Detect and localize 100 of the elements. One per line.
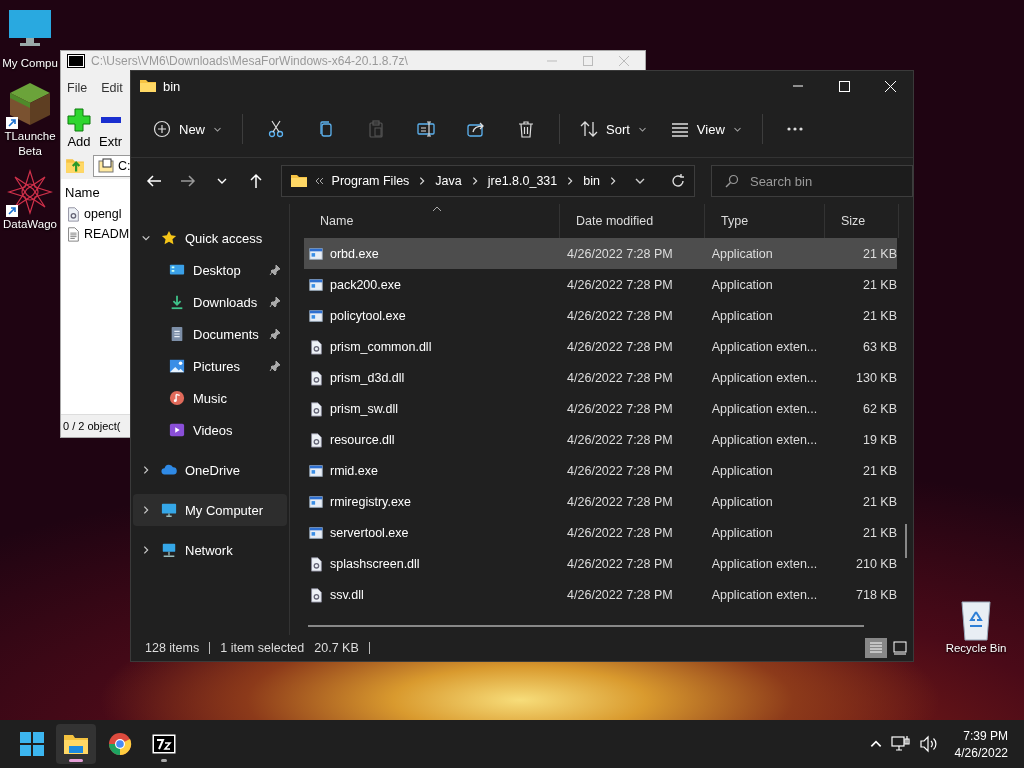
- extract-button[interactable]: Extr: [99, 108, 123, 149]
- network-icon[interactable]: [890, 735, 911, 753]
- clock-time[interactable]: 7:39 PM: [963, 728, 1008, 743]
- add-button[interactable]: Add: [67, 108, 91, 149]
- details-view-icon: [869, 641, 883, 655]
- type-cell: Application exten...: [711, 370, 818, 385]
- file-row[interactable]: splashscreen.dll 4/26/2022 7:28 PM Application exten... 210 KB: [304, 548, 897, 579]
- archive-logo-icon: [67, 54, 85, 68]
- nav-item[interactable]: My Computer: [133, 494, 287, 526]
- scissors-icon: [267, 120, 285, 138]
- file-row[interactable]: orbd.exe 4/26/2022 7:28 PM Application 21 KB: [304, 238, 897, 269]
- folder-up-icon[interactable]: [65, 156, 85, 176]
- nav-item[interactable]: Downloads: [133, 286, 287, 318]
- file-row[interactable]: prism_sw.dll 4/26/2022 7:28 PM Application exten... 62 KB: [304, 393, 897, 424]
- mandala-icon: [7, 169, 53, 215]
- file-name: orbd.exe: [330, 246, 379, 261]
- application-icon: [308, 276, 324, 293]
- size-cell: 21 KB: [862, 494, 897, 509]
- file-row[interactable]: prism_d3d.dll 4/26/2022 7:28 PM Application exten... 130 KB: [304, 362, 897, 393]
- gear-file-icon: [308, 400, 324, 417]
- nav-item[interactable]: Documents: [133, 318, 287, 350]
- file-row[interactable]: rmid.exe 4/26/2022 7:28 PM Application 21 KB: [304, 455, 897, 486]
- overflow-icon: [313, 176, 324, 186]
- status-text: 20.7 KB: [314, 642, 370, 654]
- file-name: ssv.dll: [330, 587, 364, 602]
- breadcrumb-item[interactable]: Program Files: [329, 174, 412, 188]
- trash-icon: [517, 120, 535, 138]
- document-icon: [169, 326, 185, 342]
- application-icon: [308, 524, 324, 541]
- sort-caret-icon: [432, 206, 442, 212]
- file-row[interactable]: resource.dll 4/26/2022 7:28 PM Application exten... 19 KB: [304, 424, 897, 455]
- desktop-icon-label[interactable]: TLaunche Beta: [2, 129, 58, 159]
- archive-logo-icon: [152, 734, 176, 754]
- breadcrumb-item[interactable]: Java: [433, 174, 464, 188]
- plus-icon: [67, 108, 91, 132]
- file-row[interactable]: rmiregistry.exe 4/26/2022 7:28 PM Application 21 KB: [304, 486, 897, 517]
- date-cell: 4/26/2022 7:28 PM: [567, 587, 673, 602]
- application-icon: [308, 307, 324, 324]
- file-name[interactable]: READM: [84, 227, 130, 241]
- size-cell: 210 KB: [856, 556, 897, 571]
- nav-item[interactable]: Quick access: [133, 222, 287, 254]
- folder-icon: [139, 77, 157, 95]
- window-title: C:\Users\VM6\Downloads\MesaForWindows-x64-20.1.8.7z\: [91, 54, 408, 68]
- close-icon: [884, 80, 896, 92]
- scrollbar[interactable]: [308, 625, 864, 627]
- file-row[interactable]: servertool.exe 4/26/2022 7:28 PM Application 21 KB: [304, 517, 897, 548]
- file-row[interactable]: policytool.exe 4/26/2022 7:28 PM Application 21 KB: [304, 300, 897, 331]
- status-text: 0 / 2 object(: [63, 420, 121, 432]
- type-cell: Application: [711, 463, 773, 478]
- size-cell: 63 KB: [862, 339, 897, 354]
- clipboard-icon: [367, 120, 385, 138]
- search-field[interactable]: Search bin: [710, 165, 913, 197]
- type-cell: Application exten...: [711, 339, 818, 354]
- view-button[interactable]: View: [660, 114, 752, 144]
- type-cell: Application: [711, 525, 773, 540]
- menu-item[interactable]: File: [67, 81, 88, 95]
- download-icon: [169, 294, 185, 310]
- nav-item[interactable]: Videos: [133, 414, 287, 446]
- share-icon: [467, 120, 485, 138]
- size-cell: 62 KB: [862, 401, 897, 416]
- nav-item[interactable]: Desktop: [133, 254, 287, 286]
- rename-icon: [417, 120, 435, 138]
- date-cell: 4/26/2022 7:28 PM: [567, 494, 673, 509]
- clock-date[interactable]: 4/26/2022: [954, 745, 1008, 760]
- file-row[interactable]: pack200.exe 4/26/2022 7:28 PM Application 21 KB: [304, 269, 897, 300]
- folder-icon: [289, 172, 308, 190]
- scrollbar[interactable]: [905, 524, 907, 558]
- breadcrumb-item[interactable]: bin: [581, 174, 602, 188]
- date-cell: 4/26/2022 7:28 PM: [567, 432, 673, 447]
- volume-icon[interactable]: [918, 735, 939, 753]
- column-header[interactable]: Name: [65, 185, 100, 200]
- date-cell: 4/26/2022 7:28 PM: [567, 308, 673, 323]
- new-button[interactable]: New: [143, 114, 232, 144]
- date-cell: 4/26/2022 7:28 PM: [567, 370, 673, 385]
- gear-file-icon: [308, 369, 324, 386]
- type-cell: Application exten...: [711, 401, 818, 416]
- size-cell: 21 KB: [862, 277, 897, 292]
- sort-button[interactable]: Sort: [570, 114, 657, 144]
- nav-item[interactable]: Music: [133, 382, 287, 414]
- desktop-icon-label[interactable]: Recycle Bin: [936, 642, 1016, 654]
- file-row[interactable]: ssv.dll 4/26/2022 7:28 PM Application exten... 718 KB: [304, 579, 897, 610]
- desktop-icon-label[interactable]: DataWago: [3, 217, 57, 232]
- address-bar[interactable]: Program Files Java jre1.8.0_331 bin: [280, 165, 695, 197]
- size-cell: 718 KB: [856, 587, 897, 602]
- nav-item[interactable]: Network: [133, 534, 287, 566]
- file-name: rmiregistry.exe: [330, 494, 412, 509]
- desktop-icon-label[interactable]: My Compu: [2, 56, 58, 71]
- file-row[interactable]: prism_common.dll 4/26/2022 7:28 PM Application exten... 63 KB: [304, 331, 897, 362]
- archive-logo-icon: [98, 158, 114, 174]
- breadcrumb-item[interactable]: jre1.8.0_331: [485, 174, 560, 188]
- monitor-icon: [161, 502, 177, 518]
- menu-item[interactable]: Edit: [101, 81, 123, 95]
- file-name: servertool.exe: [330, 525, 409, 540]
- file-name[interactable]: opengl: [84, 207, 122, 221]
- nav-item[interactable]: Pictures: [133, 350, 287, 382]
- taskbar-app-button[interactable]: [56, 724, 96, 764]
- windows-logo-icon: [20, 732, 44, 756]
- gear-file-icon: [308, 338, 324, 355]
- nav-item[interactable]: OneDrive: [133, 454, 287, 486]
- text-file-icon: [65, 226, 81, 242]
